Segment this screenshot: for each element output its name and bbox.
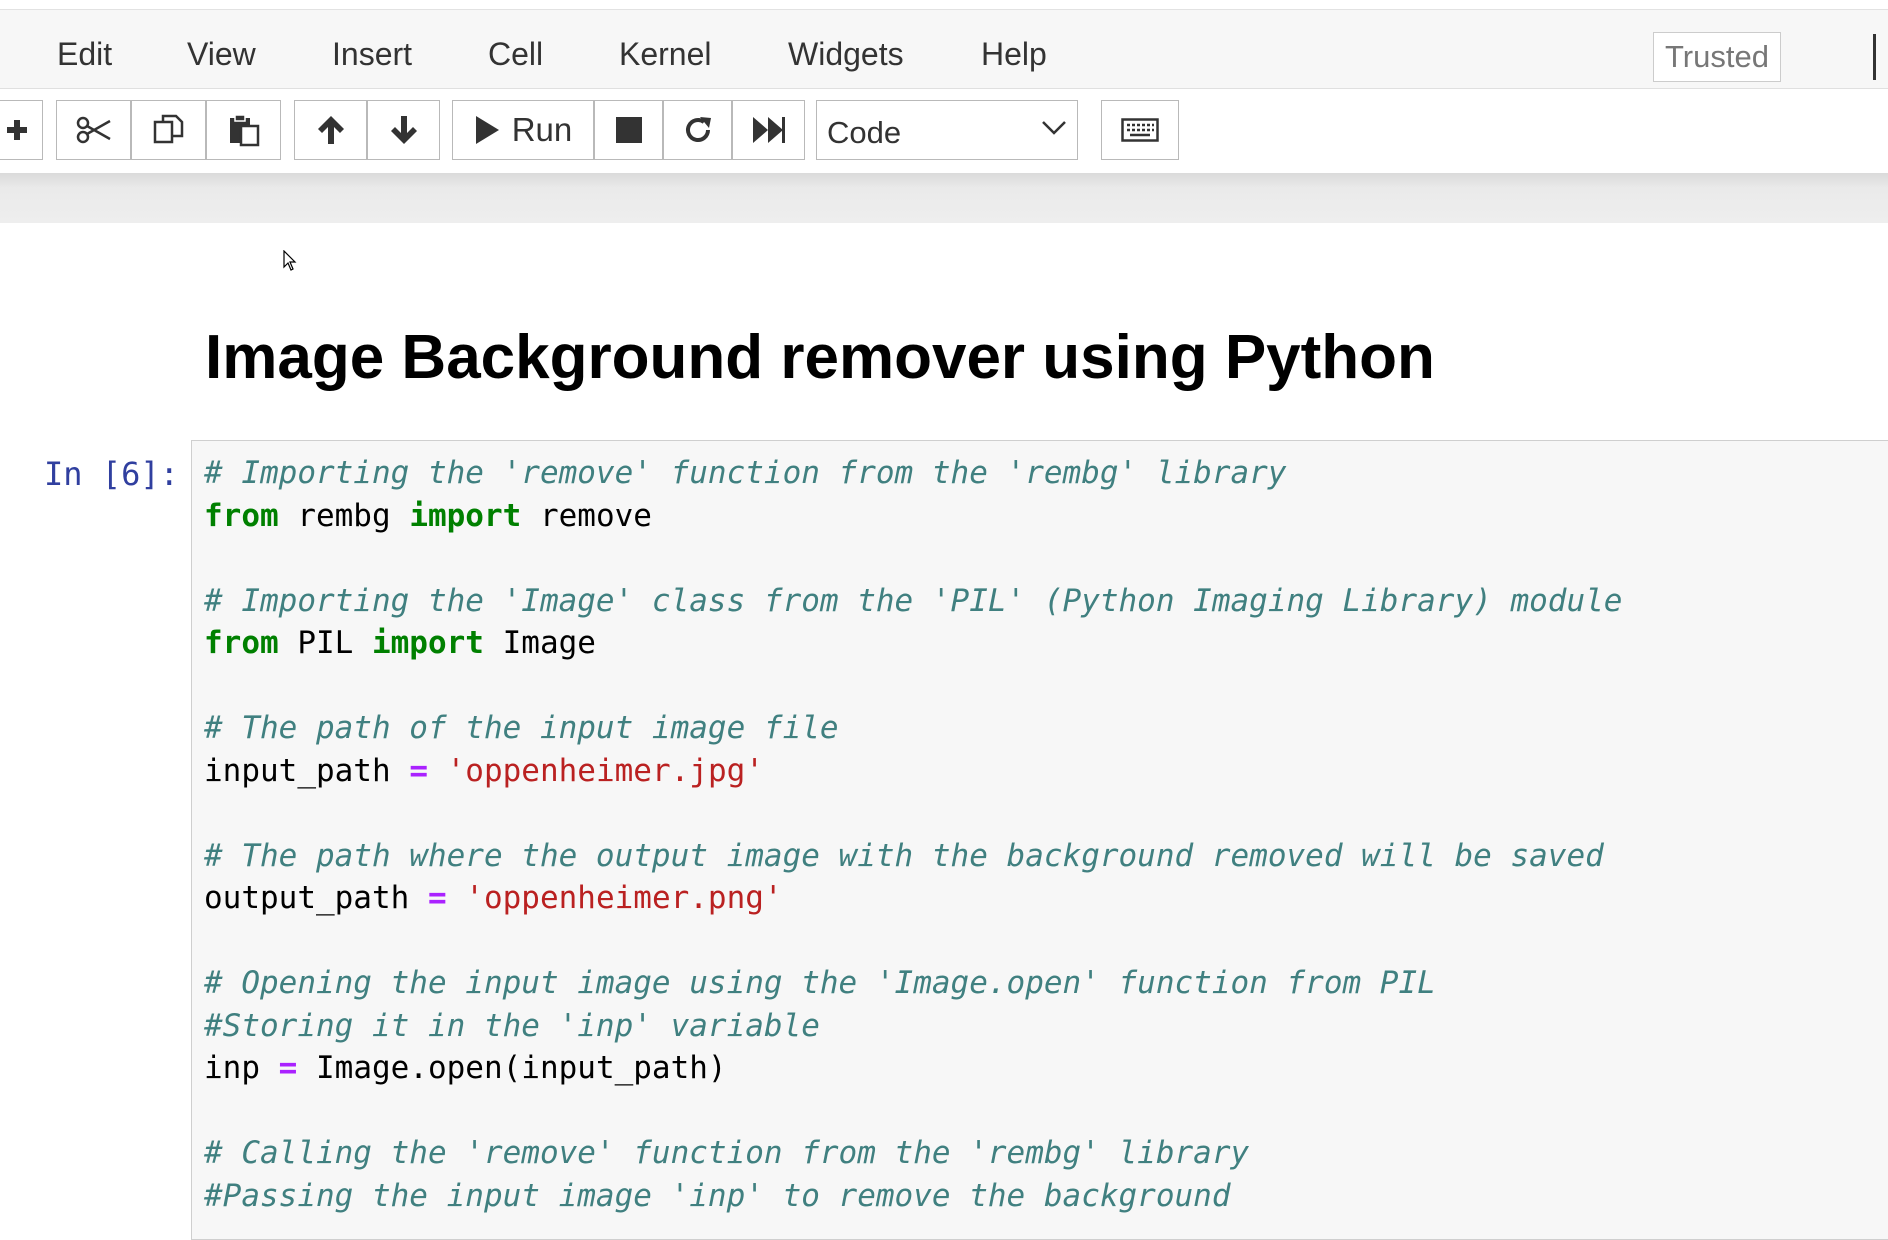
comment: # The path of the input image file [204, 710, 839, 746]
identifier: remove [521, 497, 652, 534]
menu-insert[interactable]: Insert [332, 36, 412, 73]
cell-type-value: Code [827, 115, 902, 150]
identifier: input_path [204, 752, 410, 789]
comment: #Storing it in the 'inp' variable [204, 1007, 820, 1044]
code-line: from PIL import Image [204, 622, 1622, 665]
code-line: # The path where the output image with t… [204, 835, 1622, 878]
move-down-button[interactable] [367, 100, 440, 160]
keyword: from [204, 625, 279, 661]
keyword: from [204, 497, 279, 534]
comment: # Opening the input image using the 'Ima… [204, 965, 1436, 1001]
keyword: import [371, 625, 484, 661]
operator: = [427, 880, 447, 916]
operator: = [278, 1050, 298, 1086]
run-button[interactable]: Run [452, 100, 594, 160]
code-line: output_path = 'oppenheimer.png' [204, 877, 1622, 920]
restart-run-all-button[interactable] [732, 100, 805, 160]
trusted-indicator[interactable]: Trusted [1653, 32, 1781, 82]
restart-kernel-button[interactable] [663, 100, 732, 160]
play-icon [475, 116, 499, 144]
fast-forward-icon [752, 117, 785, 143]
paste-button[interactable] [206, 100, 281, 160]
string-literal: 'oppenheimer.jpg' [427, 752, 764, 789]
cut-button[interactable] [56, 100, 131, 160]
cell-type-select[interactable]: Code [816, 100, 1078, 160]
code-line-empty [204, 665, 1622, 708]
expression: Image.open(input_path) [297, 1050, 727, 1086]
module-name: PIL [278, 625, 372, 661]
cut-icon [76, 116, 111, 144]
keyboard-icon [1121, 118, 1159, 142]
operator: = [409, 752, 428, 789]
plus-icon [6, 120, 27, 140]
code-line-empty [204, 792, 1622, 835]
code-line: # Importing the 'remove' function from t… [204, 452, 1622, 495]
menu-cell[interactable]: Cell [488, 36, 543, 73]
arrow-down-icon [390, 116, 417, 144]
code-line: # Importing the 'Image' class from the '… [204, 580, 1622, 623]
chevron-down-icon [1042, 121, 1066, 135]
insert-cell-button[interactable] [0, 100, 43, 160]
code-line: # Calling the 'remove' function from the… [204, 1132, 1622, 1175]
kernel-divider [1873, 34, 1876, 80]
identifier: inp [204, 1050, 279, 1086]
comment: # Importing the 'remove' function from t… [204, 455, 1287, 491]
mouse-pointer-icon [283, 250, 297, 271]
module-name: rembg [278, 497, 410, 534]
copy-button[interactable] [131, 100, 206, 160]
code-line: #Passing the input image 'inp' to remove… [204, 1175, 1622, 1218]
code-line: # Opening the input image using the 'Ima… [204, 962, 1622, 1005]
identifier: Image [483, 625, 596, 661]
code-editor[interactable]: # Importing the 'remove' function from t… [204, 452, 1622, 1217]
header-divider [0, 173, 1888, 223]
command-palette-button[interactable] [1101, 100, 1179, 160]
menu-widgets[interactable]: Widgets [788, 36, 904, 73]
markdown-heading: Image Background remover using Python [205, 323, 1435, 392]
code-line: inp = Image.open(input_path) [204, 1047, 1622, 1090]
menu-bar: Edit View Insert Cell Kernel Widgets Hel… [0, 10, 1888, 89]
browser-top-edge [0, 0, 1888, 10]
code-line: input_path = 'oppenheimer.jpg' [204, 750, 1622, 793]
copy-icon [153, 114, 183, 144]
arrow-up-icon [317, 116, 344, 144]
code-line-empty [204, 1090, 1622, 1133]
keyword: import [409, 497, 522, 534]
comment: # The path where the output image with t… [204, 837, 1604, 874]
menu-help[interactable]: Help [981, 36, 1047, 73]
code-line: #Storing it in the 'inp' variable [204, 1005, 1622, 1048]
move-up-button[interactable] [294, 100, 367, 160]
comment: #Passing the input image 'inp' to remove… [204, 1177, 1231, 1214]
menu-kernel[interactable]: Kernel [619, 36, 712, 73]
code-line-empty [204, 537, 1622, 580]
comment: # Importing the 'Image' class from the '… [204, 582, 1623, 619]
menu-view[interactable]: View [187, 36, 256, 73]
input-prompt: In [6]: [44, 455, 179, 493]
run-label: Run [511, 111, 573, 148]
code-line-empty [204, 920, 1622, 963]
string-literal: 'oppenheimer.png' [446, 880, 783, 916]
comment: # Calling the 'remove' function from the… [204, 1135, 1250, 1171]
identifier: output_path [204, 880, 428, 916]
interrupt-kernel-button[interactable] [594, 100, 663, 160]
code-line: from rembg import remove [204, 495, 1622, 538]
stop-icon [615, 117, 642, 143]
menu-edit[interactable]: Edit [57, 36, 112, 73]
paste-icon [229, 114, 259, 147]
code-line: # The path of the input image file [204, 707, 1622, 750]
restart-icon [685, 117, 711, 142]
